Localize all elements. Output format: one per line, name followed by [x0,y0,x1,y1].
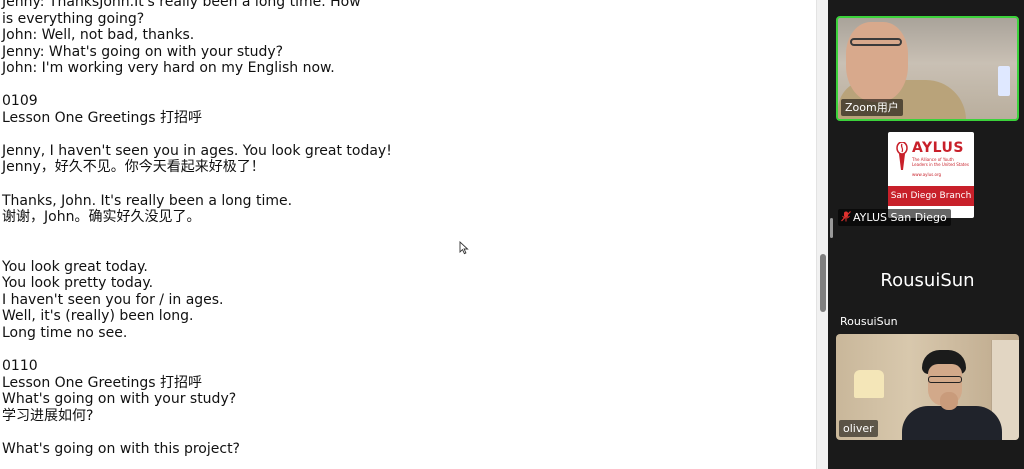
mouse-cursor-icon [459,241,469,255]
doc-line: What's going on with your study? [2,391,237,408]
document-lines: Jenny: ThanksJohn.It's really been a lon… [2,0,392,457]
doc-line [2,424,392,441]
doc-line: is everything going? [2,10,145,27]
zoom-participants-panel: Zoom用户 AYLUS The Alliance of Youth Leade… [828,0,1024,469]
background-light [998,66,1010,96]
aylus-logo-subtitle: The Alliance of Youth Leaders in the Uni… [912,157,969,167]
doc-line: Jenny，好久不见。你今天看起来好极了！ [2,159,265,176]
doc-line: Jenny: ThanksJohn.It's really been a lon… [2,0,361,10]
doc-line [2,176,392,193]
video-tile-oliver[interactable]: oliver [836,334,1019,440]
doc-line [2,341,392,358]
participant-name: AYLUS San Diego [853,211,947,224]
participant-name: Zoom用户 [841,99,903,116]
participant-face [846,22,908,102]
doc-line: Jenny: What's going on with your study? [2,43,284,60]
doc-line: You look great today. [2,258,148,275]
video-tile-zoom-user[interactable]: Zoom用户 [836,16,1019,121]
doc-line: 0109 [2,93,38,110]
torch-icon [896,142,908,170]
background-lamp [854,370,884,398]
aylus-logo: AYLUS The Alliance of Youth Leaders in t… [888,132,974,218]
document-editor[interactable]: Jenny: ThanksJohn.It's really been a lon… [0,0,816,469]
doc-line: Lesson One Greetings 打招呼 [2,374,203,391]
doc-line: Lesson One Greetings 打招呼 [2,109,203,126]
doc-line: 学习进展如何? [2,407,94,424]
doc-line: Well, it's (really) been long. [2,308,194,325]
doc-line: John: Well, not bad, thanks. [2,27,195,44]
doc-line [2,126,392,143]
participant-glasses [928,376,962,383]
doc-line [2,226,392,243]
participant-hand [940,392,958,410]
doc-line [2,242,392,259]
doc-line: Long time no see. [2,324,128,341]
doc-line: You look pretty today. [2,275,154,292]
participant-name: oliver [839,420,878,437]
participant-glasses [850,38,902,46]
aylus-branch-banner: San Diego Branch [888,186,974,206]
doc-line: 0110 [2,358,38,375]
mic-off-icon [841,211,851,222]
panel-resize-handle[interactable] [830,218,833,238]
doc-line: Jenny, I haven't seen you in ages. You l… [2,142,392,159]
participant-name-placeholder: RousuiSun [880,270,975,291]
participant-video [902,406,1002,440]
video-tile-rousuisun[interactable]: RousuiSun RousuiSun [836,238,1019,334]
aylus-logo-title: AYLUS [912,140,965,156]
doc-line [2,77,392,94]
doc-line: Thanks, John. It's really been a long ti… [2,192,293,209]
aylus-logo-url: www.aylus.org [912,172,942,177]
scrollbar-thumb[interactable] [820,254,826,312]
doc-line: What's going on with this project? [2,440,240,457]
doc-line: I haven't seen you for / in ages. [2,291,224,308]
participant-name-tag: AYLUS San Diego [838,209,951,226]
doc-line: John: I'm working very hard on my Englis… [2,60,335,77]
doc-line: 谢谢，John。确实好久没见了。 [2,209,201,226]
participant-name: RousuiSun [840,315,898,328]
